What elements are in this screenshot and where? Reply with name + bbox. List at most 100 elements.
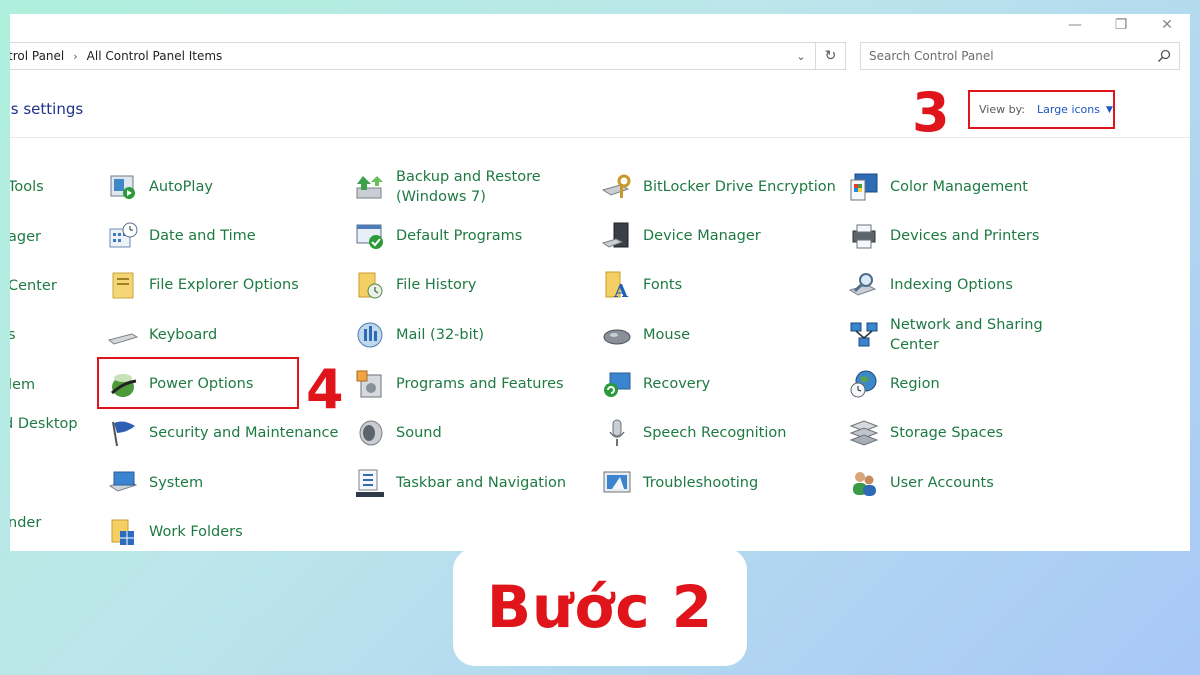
caret-down-icon[interactable]: ▼ [1106, 105, 1113, 115]
cp-item-default-programs[interactable]: Default Programs [354, 216, 522, 256]
cp-item-autoplay[interactable]: AutoPlay [107, 167, 213, 207]
item-label[interactable]: Network and Sharing Center [890, 315, 1050, 355]
view-by-dropdown[interactable]: Large icons [1037, 103, 1100, 116]
cp-item-date-time[interactable]: Date and Time [107, 216, 256, 256]
item-label[interactable]: System [149, 473, 203, 493]
item-label[interactable]: Mail (32-bit) [396, 325, 484, 345]
chevron-right-icon[interactable]: › [73, 50, 77, 63]
partial-item[interactable]: d Desktop [10, 414, 78, 434]
search-icon[interactable] [1157, 49, 1171, 63]
refresh-icon[interactable]: ↻ [815, 43, 845, 69]
cp-item-region[interactable]: Region [848, 364, 940, 404]
cp-item-network-sharing[interactable]: Network and Sharing Center [848, 315, 1050, 355]
cp-item-taskbar-navigation[interactable]: Taskbar and Navigation [354, 463, 566, 503]
item-label[interactable]: Device Manager [643, 226, 761, 246]
partial-item[interactable]: lem [10, 375, 35, 395]
item-label[interactable]: Fonts [643, 275, 682, 295]
printer-icon [848, 220, 880, 252]
cp-item-file-explorer-options[interactable]: File Explorer Options [107, 265, 299, 305]
cp-item-recovery[interactable]: Recovery [601, 364, 710, 404]
breadcrumb-item-control-panel[interactable]: trol Panel [10, 49, 64, 63]
close-button[interactable]: ✕ [1144, 14, 1190, 36]
item-label[interactable]: Mouse [643, 325, 690, 345]
cp-item-keyboard[interactable]: Keyboard [107, 315, 217, 355]
cp-item-troubleshooting[interactable]: Troubleshooting [601, 463, 758, 503]
cp-item-storage-spaces[interactable]: Storage Spaces [848, 413, 1003, 453]
step-3-annotation: 3 [912, 81, 950, 144]
item-label[interactable]: AutoPlay [149, 177, 213, 197]
control-panel-window: — ❐ ✕ trol Panel › All Control Panel Ite… [10, 14, 1190, 551]
item-label[interactable]: Troubleshooting [643, 473, 758, 493]
item-label[interactable]: Work Folders [149, 522, 243, 542]
cp-item-backup-restore[interactable]: Backup and Restore (Windows 7) [354, 167, 546, 207]
partial-item[interactable]: s [10, 325, 16, 345]
partial-item[interactable]: ager [10, 227, 41, 247]
cp-item-system[interactable]: System [107, 463, 203, 503]
item-label[interactable]: Color Management [890, 177, 1028, 197]
cp-item-security-maintenance[interactable]: Security and Maintenance [107, 413, 338, 453]
step-caption: Bước 2 [453, 548, 747, 666]
programs-features-icon [354, 368, 386, 400]
cp-item-work-folders[interactable]: Work Folders [107, 512, 243, 551]
partial-item[interactable]: Tools [10, 177, 44, 197]
network-icon [848, 319, 880, 351]
breadcrumb: trol Panel › All Control Panel Items [10, 49, 222, 63]
item-label[interactable]: Date and Time [149, 226, 256, 246]
item-label[interactable]: Sound [396, 423, 442, 443]
cp-item-user-accounts[interactable]: User Accounts [848, 463, 994, 503]
item-label[interactable]: Devices and Printers [890, 226, 1039, 246]
address-bar[interactable]: trol Panel › All Control Panel Items ⌄ ↻ [10, 42, 846, 70]
search-input[interactable] [861, 49, 1141, 63]
item-label[interactable]: Speech Recognition [643, 423, 786, 443]
cp-item-fonts[interactable]: A Fonts [601, 265, 682, 305]
minimize-button[interactable]: — [1052, 14, 1098, 36]
cp-item-indexing-options[interactable]: Indexing Options [848, 265, 1013, 305]
item-label[interactable]: Storage Spaces [890, 423, 1003, 443]
date-time-icon [107, 220, 139, 252]
cp-item-sound[interactable]: Sound [354, 413, 442, 453]
view-by-label: View by: [979, 103, 1025, 116]
item-label[interactable]: BitLocker Drive Encryption [643, 177, 836, 197]
cp-item-devices-printers[interactable]: Devices and Printers [848, 216, 1039, 256]
recovery-icon [601, 368, 633, 400]
power-options-highlight [97, 357, 299, 409]
item-label[interactable]: Security and Maintenance [149, 423, 338, 443]
cp-item-programs-features[interactable]: Programs and Features [354, 364, 564, 404]
autoplay-icon [107, 171, 139, 203]
item-label[interactable]: Taskbar and Navigation [396, 473, 566, 493]
item-label[interactable]: Programs and Features [396, 374, 564, 394]
cp-item-mail[interactable]: Mail (32-bit) [354, 315, 484, 355]
cp-item-mouse[interactable]: Mouse [601, 315, 690, 355]
restore-button[interactable]: ❐ [1098, 14, 1144, 36]
cp-item-device-manager[interactable]: Device Manager [601, 216, 761, 256]
search-box[interactable] [860, 42, 1180, 70]
region-icon [848, 368, 880, 400]
color-management-icon [848, 171, 880, 203]
partial-item[interactable]: Center [10, 276, 57, 296]
security-flag-icon [107, 417, 139, 449]
speaker-icon [354, 417, 386, 449]
svg-text:A: A [613, 281, 629, 300]
item-label[interactable]: File Explorer Options [149, 275, 299, 295]
caption-text: Bước 2 [486, 573, 714, 641]
item-label[interactable]: Indexing Options [890, 275, 1013, 295]
file-history-icon [354, 269, 386, 301]
cp-item-color-management[interactable]: Color Management [848, 167, 1028, 207]
cp-item-file-history[interactable]: File History [354, 265, 476, 305]
page-title: ’s settings [10, 100, 84, 118]
item-label[interactable]: Keyboard [149, 325, 217, 345]
item-label[interactable]: File History [396, 275, 476, 295]
item-label[interactable]: Region [890, 374, 940, 394]
chevron-down-icon[interactable]: ⌄ [787, 43, 815, 69]
item-label[interactable]: Default Programs [396, 226, 522, 246]
cp-item-bitlocker[interactable]: BitLocker Drive Encryption [601, 167, 836, 207]
item-label[interactable]: User Accounts [890, 473, 994, 493]
item-label[interactable]: Backup and Restore (Windows 7) [396, 167, 546, 207]
view-by-selector[interactable]: View by: Large icons ▼ [968, 90, 1115, 129]
divider [10, 137, 1190, 138]
system-icon [107, 467, 139, 499]
breadcrumb-item-all-items[interactable]: All Control Panel Items [87, 49, 223, 63]
item-label[interactable]: Recovery [643, 374, 710, 394]
cp-item-speech-recognition[interactable]: Speech Recognition [601, 413, 786, 453]
partial-item[interactable]: nder [10, 513, 41, 533]
